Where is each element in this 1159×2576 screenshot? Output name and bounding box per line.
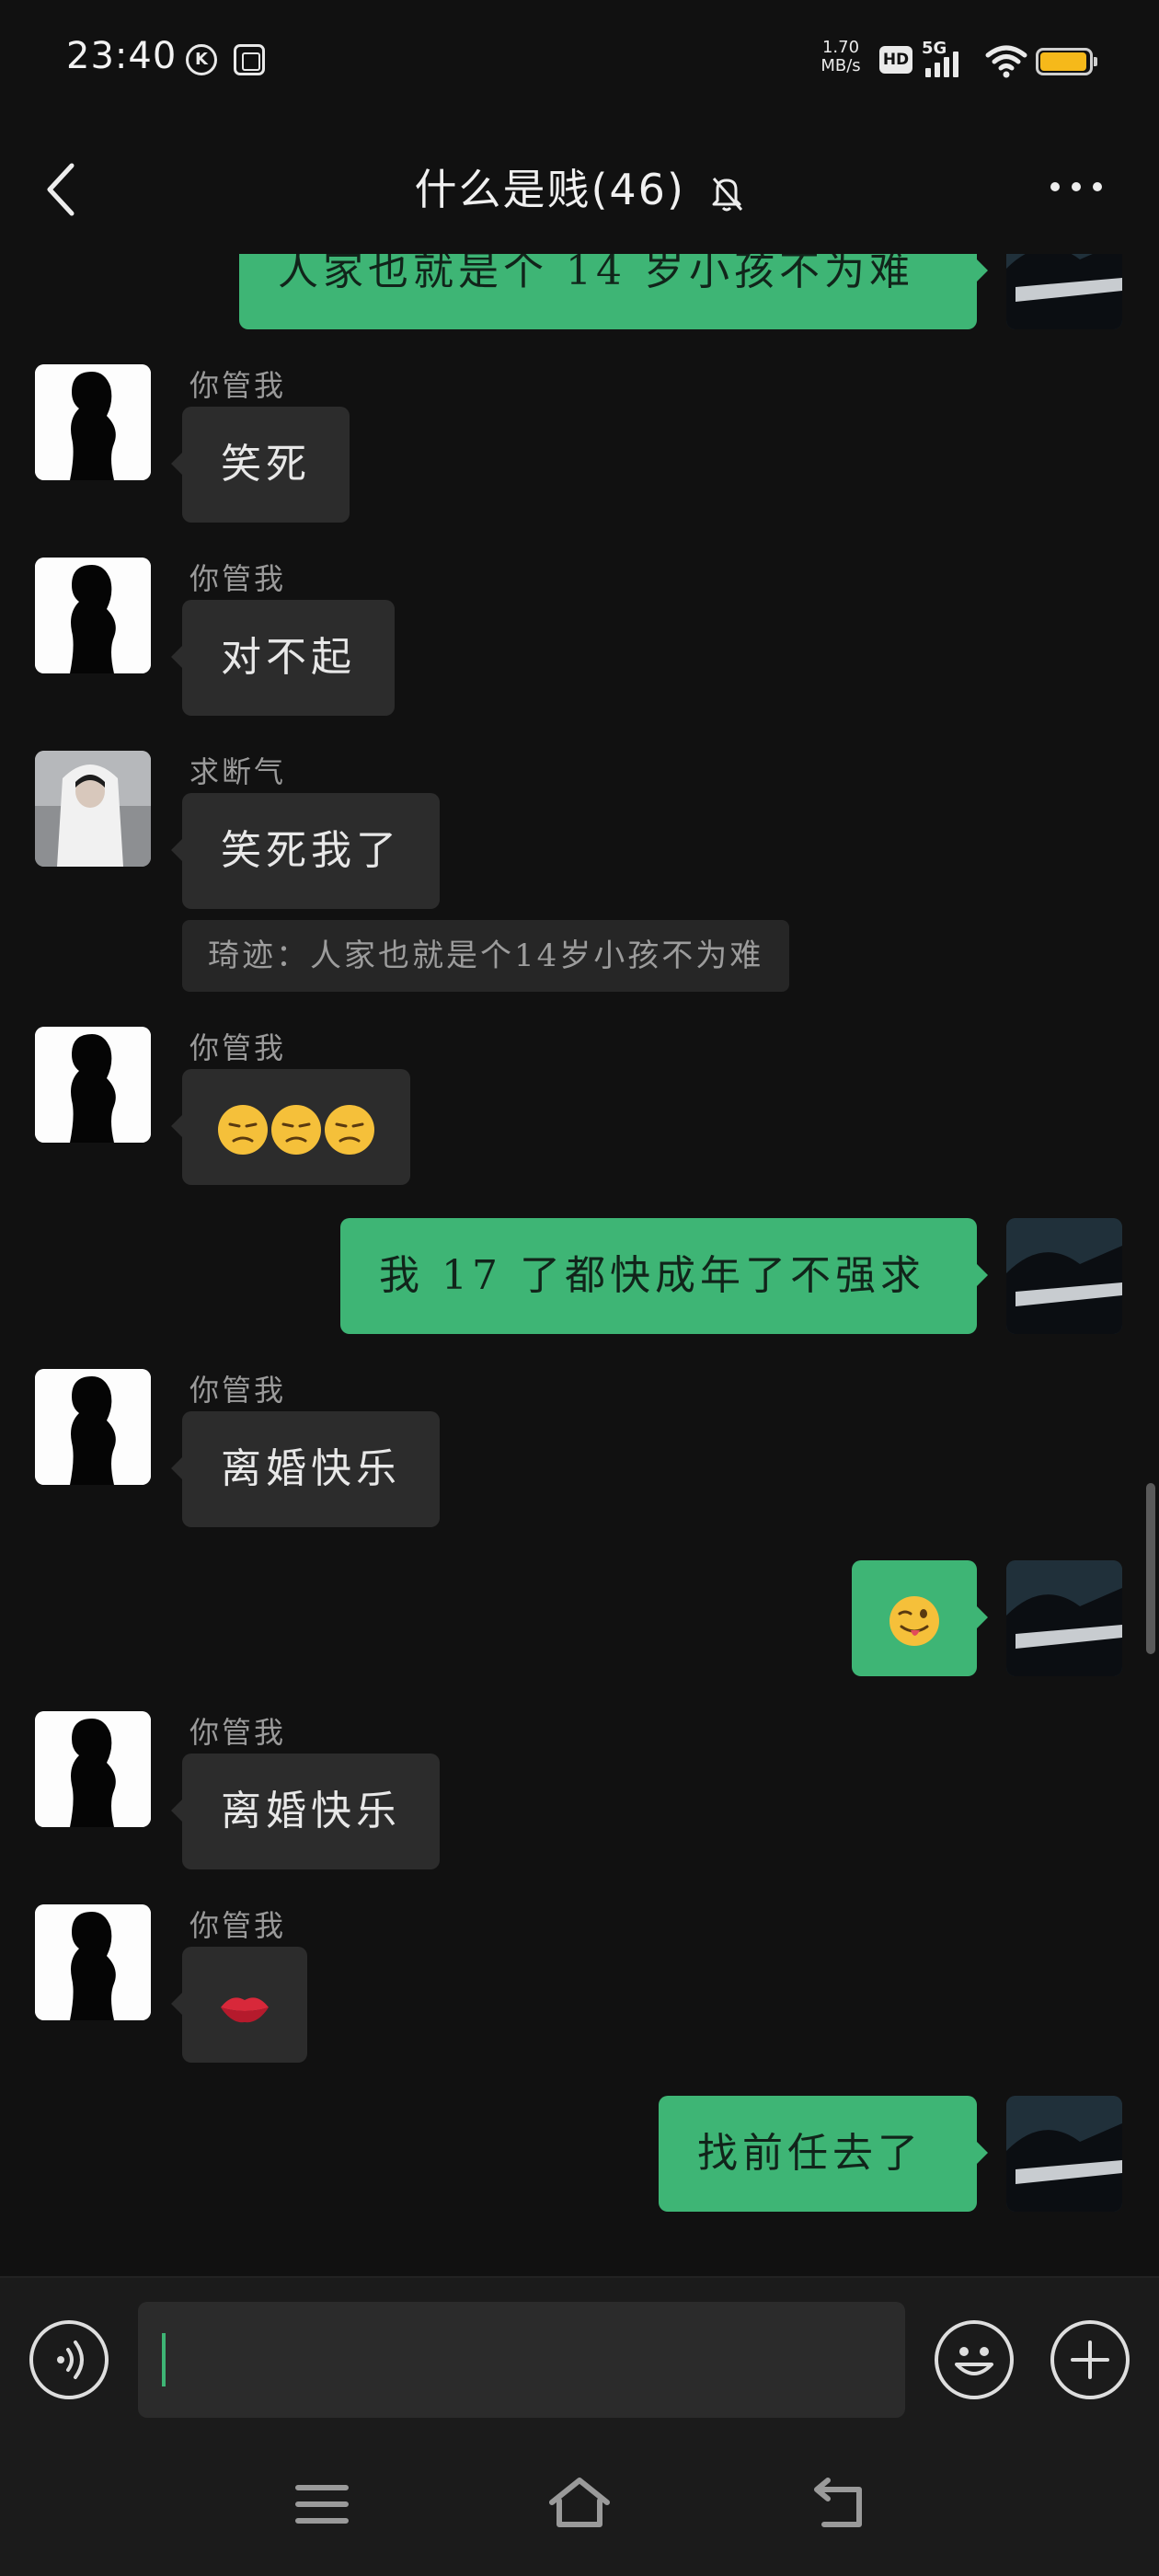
incoming-message[interactable]: 对不起 [171,600,395,716]
member-avatar[interactable] [35,1904,151,2020]
sender-name: 你管我 [189,561,287,596]
my-avatar[interactable] [1006,1560,1122,1676]
member-avatar[interactable] [35,751,151,867]
member-avatar[interactable] [35,1711,151,1827]
group-title[interactable]: 什么是贱(46) [0,156,1159,217]
group-name: 什么是贱(46) [414,165,685,214]
home-icon[interactable] [546,2475,613,2530]
incoming-emoji-message[interactable] [171,1069,410,1185]
notification-app-icon [234,44,265,75]
outgoing-emoji-message[interactable] [852,1560,988,1676]
menu-icon[interactable] [293,2478,351,2530]
message-text: 离婚快乐 [221,1445,401,1492]
message-text: 笑死我了 [221,827,401,874]
my-avatar[interactable] [1006,1218,1122,1334]
my-avatar-image [1006,1560,1122,1676]
chat-header: 什么是贱(46) [0,120,1159,258]
emoji-icon [955,2347,993,2375]
system-navigation-bar [0,2436,1159,2576]
outgoing-message[interactable]: 我 17 了都快成年了不强求 [340,1218,988,1334]
voice-icon [57,2340,84,2379]
signal-icon: 5G [922,39,971,79]
silhouette-avatar-image [35,364,151,480]
member-avatar[interactable] [35,1027,151,1143]
hd-badge: HD [879,46,912,74]
message-text: 笑死 [221,441,311,488]
network-speed: 1.70 MB/s [813,39,868,75]
incoming-message[interactable]: 离婚快乐 [171,1411,440,1527]
incoming-emoji-message[interactable] [171,1947,307,2063]
battery-icon [1036,48,1097,75]
sender-name: 你管我 [189,1030,287,1065]
silhouette-avatar-image [35,558,151,673]
sender-name: 你管我 [189,368,287,403]
lips-emoji-icon [221,1996,269,2022]
sender-name: 你管我 [189,1715,287,1750]
member-avatar[interactable] [35,364,151,480]
silhouette-avatar-image [35,1369,151,1485]
back-icon[interactable] [809,2475,868,2530]
my-avatar[interactable] [1006,2096,1122,2212]
plus-icon [1071,2340,1109,2379]
scrollbar-thumb[interactable] [1146,1483,1155,1654]
k-app-icon: K [186,44,217,75]
voice-input-button[interactable] [29,2320,109,2399]
network-type: 5G [922,39,947,58]
status-time: 23:40 [66,35,178,77]
my-avatar-image [1006,2096,1122,2212]
incoming-message[interactable]: 离婚快乐 [171,1754,440,1869]
mute-bell-icon [712,177,742,211]
quoted-reply[interactable]: 琦迹：人家也就是个14岁小孩不为难 [182,920,790,992]
wifi-icon [985,45,1027,78]
message-input[interactable] [138,2302,905,2418]
incoming-message[interactable]: 笑死我了 [171,793,440,909]
message-text: 找前任去了 [697,2130,923,2177]
message-text: 我 17 了都快成年了不强求 [379,1252,925,1299]
more-options-button[interactable] [1047,175,1106,197]
my-avatar-image [1006,254,1122,329]
my-avatar[interactable] [1006,254,1122,329]
hooded-girl-avatar-image [35,751,151,867]
sender-name: 求断气 [189,754,287,789]
silhouette-avatar-image [35,1904,151,2020]
message-text: 对不起 [221,634,356,681]
network-speed-unit: MB/s [820,56,861,75]
outgoing-message[interactable]: 人家也就是个 14 岁小孩不为难 [239,254,988,329]
message-text: 人家也就是个 14 岁小孩不为难 [278,254,914,294]
silhouette-avatar-image [35,1027,151,1143]
winking-tongue-face-emoji-icon [889,1595,939,1646]
input-bar [0,2276,1159,2436]
member-avatar[interactable] [35,1369,151,1485]
more-features-button[interactable] [1050,2320,1130,2399]
member-avatar[interactable] [35,558,151,673]
sender-name: 你管我 [189,1373,287,1408]
network-speed-value: 1.70 [821,38,860,57]
text-caret [162,2333,166,2386]
status-bar: 23:40 K 1.70 MB/s HD 5G [0,0,1159,120]
outgoing-message[interactable]: 找前任去了 [659,2096,988,2212]
sender-name: 你管我 [189,1908,287,1943]
unamused-face-emoji-icon [218,1104,374,1155]
silhouette-avatar-image [35,1711,151,1827]
my-avatar-image [1006,1218,1122,1334]
message-list[interactable]: 人家也就是个 14 岁小孩不为难 你管我 笑死 你管我 对不起 求断气 笑死我了… [0,254,1159,2276]
message-text: 离婚快乐 [221,1788,401,1834]
emoji-button[interactable] [935,2320,1014,2399]
incoming-message[interactable]: 笑死 [171,407,350,523]
